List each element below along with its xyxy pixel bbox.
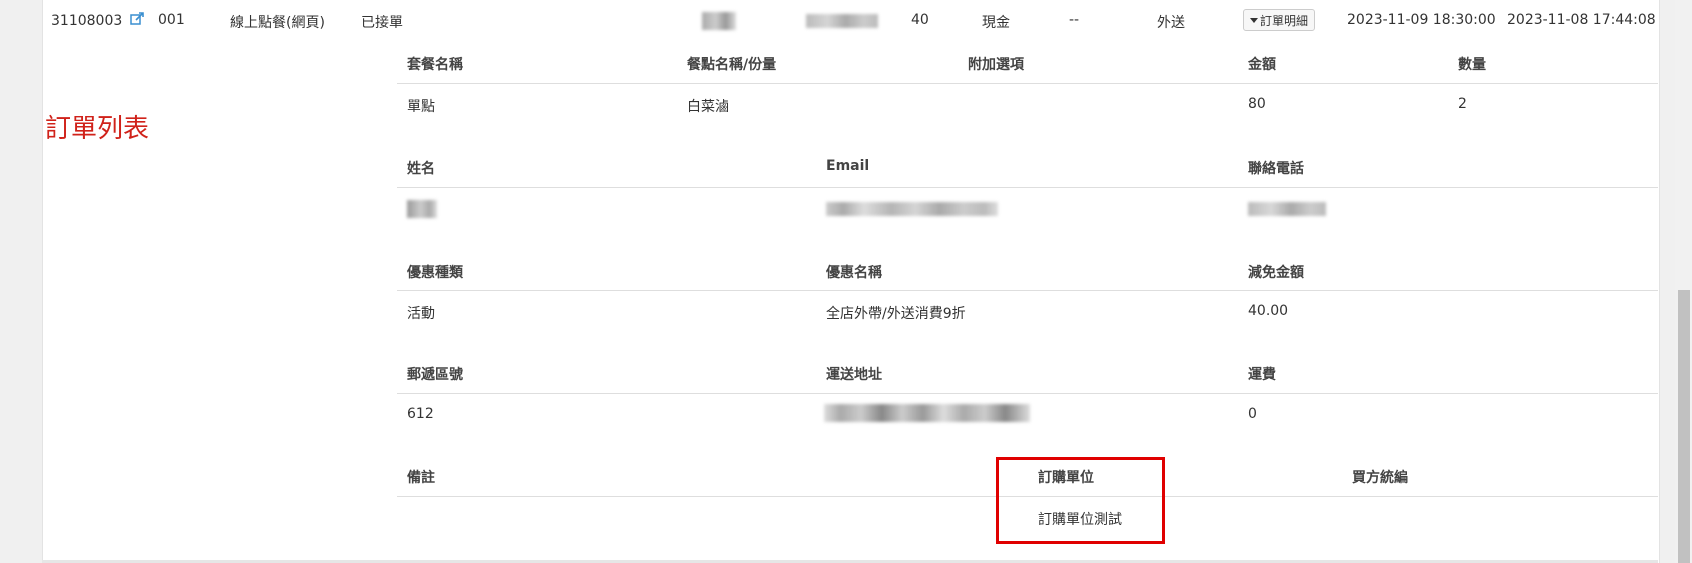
caret-down-icon <box>1250 18 1258 23</box>
redacted-customer-name <box>702 12 736 30</box>
redacted-customer-name-value <box>407 200 437 218</box>
delivery-type: 外送 <box>1157 15 1185 31</box>
payment-method: 現金 <box>982 15 1010 31</box>
discount-type: 活動 <box>407 306 435 322</box>
divider <box>397 83 1658 84</box>
discount-amount: 40.00 <box>1248 303 1289 319</box>
item-set-name: 單點 <box>407 99 435 115</box>
order-list-title: 訂單列表 <box>45 114 150 144</box>
header-customer-name: 姓名 <box>407 161 435 177</box>
header-shipping-fee: 運費 <box>1248 367 1276 383</box>
header-options: 附加選項 <box>968 57 1024 73</box>
redacted-phone <box>806 14 878 28</box>
header-item-name: 餐點名稱/份量 <box>687 57 777 73</box>
header-discount-type: 優惠種類 <box>407 265 463 281</box>
pickup-time: 2023-11-09 18:30:00 <box>1347 12 1496 28</box>
header-email: Email <box>826 158 870 174</box>
order-detail-label: 訂單明細 <box>1260 14 1309 28</box>
header-set-name: 套餐名稱 <box>407 57 463 73</box>
order-amount: 40 <box>911 12 929 28</box>
header-remarks: 備註 <box>407 470 435 486</box>
header-shipping-address: 運送地址 <box>826 367 882 383</box>
item-quantity: 2 <box>1458 96 1467 112</box>
divider <box>397 393 1658 394</box>
header-discount-name: 優惠名稱 <box>826 265 882 281</box>
redacted-address-value <box>824 404 1030 422</box>
order-number-cell[interactable]: 31108003 <box>51 12 145 30</box>
order-channel: 線上點餐(網頁) <box>230 15 325 31</box>
header-price: 金額 <box>1248 57 1276 73</box>
header-discount-amount: 減免金額 <box>1248 265 1304 281</box>
order-status: 已接單 <box>361 15 403 31</box>
redacted-phone-value <box>1248 202 1326 216</box>
redacted-email-value <box>826 202 998 216</box>
table-number: 001 <box>158 12 185 28</box>
header-phone: 聯絡電話 <box>1248 161 1304 177</box>
item-name: 白菜滷 <box>687 99 729 115</box>
shipping-fee: 0 <box>1248 406 1257 422</box>
discount-name: 全店外帶/外送消費9折 <box>826 306 966 322</box>
item-price: 80 <box>1248 96 1266 112</box>
order-detail-toggle-button[interactable]: 訂單明細 <box>1243 9 1316 31</box>
scrollbar-thumb[interactable] <box>1678 290 1690 563</box>
header-quantity: 數量 <box>1458 57 1486 73</box>
highlight-annotation-box <box>996 457 1165 544</box>
header-postal-code: 郵遞區號 <box>407 367 463 383</box>
divider <box>397 290 1658 291</box>
placeholder-dash: -- <box>1069 12 1080 28</box>
external-link-icon[interactable] <box>129 12 145 30</box>
header-buyer-tax-id: 買方統編 <box>1352 470 1408 486</box>
postal-code: 612 <box>407 406 434 422</box>
created-time: 2023-11-08 17:44:08 <box>1507 12 1656 28</box>
order-number-link[interactable]: 31108003 <box>51 13 122 29</box>
scrollbar-track[interactable] <box>1675 0 1692 563</box>
divider <box>397 187 1658 188</box>
